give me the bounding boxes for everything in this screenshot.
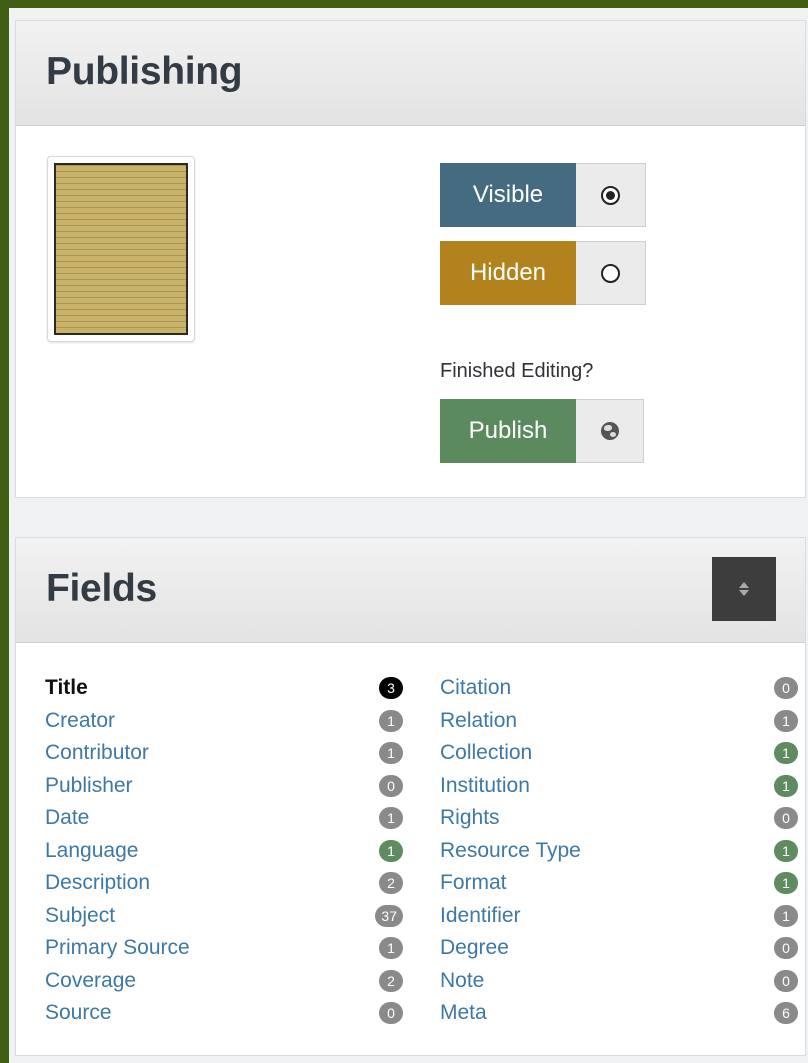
field-count-badge: 2	[379, 872, 403, 895]
field-count-badge: 1	[774, 839, 798, 862]
field-name-link[interactable]: Note	[440, 969, 484, 993]
field-row[interactable]: Primary Source 1	[45, 932, 403, 965]
field-count-badge: 0	[379, 774, 403, 797]
field-count-badge: 1	[774, 709, 798, 732]
document-thumbnail[interactable]	[47, 156, 195, 342]
field-count-badge: 2	[379, 969, 403, 992]
publish-control[interactable]: Publish	[440, 399, 644, 463]
field-row[interactable]: Citation 0	[440, 672, 798, 705]
hidden-toggle[interactable]: Hidden	[440, 241, 646, 305]
publish-button[interactable]: Publish	[440, 399, 576, 463]
page-background: Publishing Visible Hidden Finished Editi…	[9, 8, 808, 1063]
field-row[interactable]: Resource Type 1	[440, 835, 798, 868]
field-row[interactable]: Publisher 0	[45, 770, 403, 803]
publish-addon[interactable]	[576, 399, 644, 463]
visible-button[interactable]: Visible	[440, 163, 576, 227]
field-row[interactable]: Creator 1	[45, 705, 403, 738]
field-count-badge: 0	[379, 1002, 403, 1025]
field-row[interactable]: Meta 6	[440, 997, 798, 1030]
hidden-radio-addon[interactable]	[576, 241, 646, 305]
field-row[interactable]: Coverage 2	[45, 965, 403, 998]
document-image	[54, 163, 188, 335]
field-row[interactable]: Date 1	[45, 802, 403, 835]
field-row[interactable]: Relation 1	[440, 705, 798, 738]
field-name-link[interactable]: Institution	[440, 774, 530, 798]
field-name-link[interactable]: Publisher	[45, 774, 133, 798]
field-count-badge: 1	[379, 807, 403, 830]
field-row[interactable]: Contributor 1	[45, 737, 403, 770]
field-row[interactable]: Degree 0	[440, 932, 798, 965]
field-name-link[interactable]: Primary Source	[45, 936, 190, 960]
field-name-link[interactable]: Degree	[440, 936, 509, 960]
fields-column-left: Title 3 Creator 1 Contributor 1 Publisher 0 Date…	[45, 672, 403, 1030]
field-name-link[interactable]: Creator	[45, 709, 115, 733]
hidden-radio[interactable]	[601, 263, 620, 283]
field-name-link[interactable]: Title	[45, 676, 88, 700]
globe-icon	[600, 422, 619, 440]
field-name-link[interactable]: Contributor	[45, 741, 149, 765]
field-row[interactable]: Title 3	[45, 672, 403, 705]
field-row[interactable]: Source 0	[45, 997, 403, 1030]
field-count-badge: 1	[379, 839, 403, 862]
fields-title: Fields	[46, 567, 157, 610]
sort-up-icon	[739, 582, 749, 588]
field-name-link[interactable]: Language	[45, 839, 138, 863]
field-row[interactable]: Language 1	[45, 835, 403, 868]
field-name-link[interactable]: Meta	[440, 1001, 487, 1025]
field-count-badge: 3	[379, 677, 403, 700]
field-count-badge: 1	[774, 904, 798, 927]
fields-header: Fields	[16, 538, 805, 643]
field-name-link[interactable]: Subject	[45, 904, 115, 928]
field-name-link[interactable]: Resource Type	[440, 839, 581, 863]
field-name-link[interactable]: Format	[440, 871, 507, 895]
publishing-title: Publishing	[46, 50, 243, 93]
field-name-link[interactable]: Citation	[440, 676, 511, 700]
field-count-badge: 0	[774, 937, 798, 960]
field-row[interactable]: Format 1	[440, 867, 798, 900]
field-row[interactable]: Institution 1	[440, 770, 798, 803]
visible-radio-addon[interactable]	[576, 163, 646, 227]
hidden-button[interactable]: Hidden	[440, 241, 576, 305]
field-count-badge: 37	[375, 904, 403, 927]
field-count-badge: 1	[379, 742, 403, 765]
sort-toggle-button[interactable]	[712, 557, 776, 621]
field-name-link[interactable]: Description	[45, 871, 150, 895]
field-count-badge: 1	[379, 709, 403, 732]
visible-toggle[interactable]: Visible	[440, 163, 646, 227]
field-count-badge: 1	[774, 742, 798, 765]
field-name-link[interactable]: Identifier	[440, 904, 521, 928]
field-row[interactable]: Subject 37	[45, 900, 403, 933]
field-name-link[interactable]: Relation	[440, 709, 517, 733]
field-name-link[interactable]: Coverage	[45, 969, 136, 993]
field-row[interactable]: Description 2	[45, 867, 403, 900]
field-row[interactable]: Collection 1	[440, 737, 798, 770]
field-name-link[interactable]: Source	[45, 1001, 112, 1025]
sort-down-icon	[739, 590, 749, 596]
fields-column-right: Citation 0 Relation 1 Collection 1 Institution…	[440, 672, 798, 1030]
field-count-badge: 1	[774, 774, 798, 797]
field-count-badge: 0	[774, 677, 798, 700]
field-count-badge: 1	[379, 937, 403, 960]
publishing-panel: Publishing Visible Hidden Finished Editi…	[15, 20, 806, 498]
field-row[interactable]: Identifier 1	[440, 900, 798, 933]
finished-editing-label: Finished Editing?	[440, 360, 594, 382]
field-name-link[interactable]: Rights	[440, 806, 500, 830]
field-row[interactable]: Rights 0	[440, 802, 798, 835]
visible-radio[interactable]	[601, 185, 620, 205]
field-count-badge: 0	[774, 807, 798, 830]
field-count-badge: 0	[774, 969, 798, 992]
field-name-link[interactable]: Date	[45, 806, 89, 830]
field-row[interactable]: Note 0	[440, 965, 798, 998]
field-name-link[interactable]: Collection	[440, 741, 532, 765]
field-count-badge: 1	[774, 872, 798, 895]
field-count-badge: 6	[774, 1002, 798, 1025]
publishing-header: Publishing	[16, 21, 805, 126]
fields-panel: Fields Title 3 Creator 1 Contributor 1 Publish…	[15, 537, 806, 1056]
